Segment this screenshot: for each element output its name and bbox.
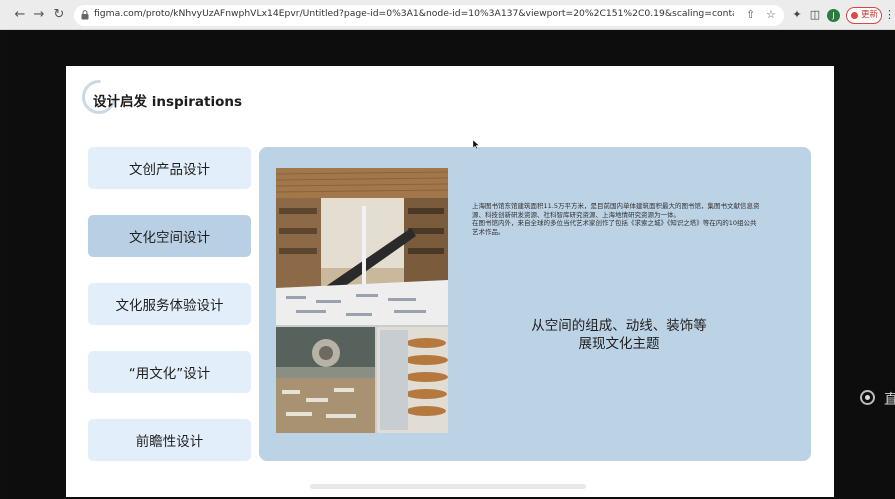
bookmark-star-icon[interactable]: ☆ xyxy=(766,8,776,21)
more-menu-icon[interactable]: ⋮ xyxy=(884,8,895,21)
radio-button-icon[interactable] xyxy=(860,390,875,405)
lock-icon xyxy=(81,10,89,20)
summary-text: 从空间的组成、动线、装饰等 展现文化主题 xyxy=(504,317,734,353)
menu-item-label: 文化空间设计 xyxy=(129,230,210,246)
library-interior-image xyxy=(276,168,448,433)
slide-canvas: 设计启发 inspirations 文创产品设计 文化空间设计 文化服务体验设计… xyxy=(66,66,834,497)
summary-line: 从空间的组成、动线、装饰等 xyxy=(531,318,707,334)
extensions-puzzle-icon[interactable]: ✦ xyxy=(790,8,804,22)
summary-line: 展现文化主题 xyxy=(578,336,660,352)
sidebar-panel-icon[interactable]: ◫ xyxy=(808,8,822,22)
slide-title: 设计启发 inspirations xyxy=(93,94,243,110)
menu-item-label: 文化服务体验设计 xyxy=(115,298,224,314)
menu-item-service-experience-design[interactable]: 文化服务体验设计 xyxy=(88,283,251,325)
menu-item-product-design[interactable]: 文创产品设计 xyxy=(88,147,251,189)
mouse-cursor-icon xyxy=(473,140,479,149)
menu-item-label: “用文化”设计 xyxy=(128,366,211,382)
description-text: 上海图书馆东馆建筑面积11.5万平方米，是目前国内单体建筑面积最大的图书馆，集图… xyxy=(472,202,760,236)
horizontal-scrollbar[interactable] xyxy=(310,484,586,489)
profile-avatar[interactable]: J xyxy=(827,9,840,22)
share-icon[interactable]: ⇧ xyxy=(746,8,755,21)
address-bar[interactable]: figma.com/proto/kNhvyUzAFnwphVLx14Epvr/U… xyxy=(74,5,784,26)
menu-item-forward-design[interactable]: 前瞻性设计 xyxy=(88,419,251,461)
menu-item-label: 前瞻性设计 xyxy=(135,434,204,450)
menu-item-use-culture-design[interactable]: “用文化”设计 xyxy=(88,351,251,393)
menu-item-space-design[interactable]: 文化空间设计 xyxy=(88,215,251,257)
update-label: 更新 xyxy=(861,10,879,20)
reload-icon[interactable]: ↻ xyxy=(51,7,67,23)
forward-arrow-icon[interactable]: → xyxy=(31,7,47,23)
back-arrow-icon[interactable]: ← xyxy=(12,7,28,23)
description-paragraph: 在图书馆内外，来自全球的多位当代艺术家创作了包括《求索之城》《知识之塔》等在内的… xyxy=(472,219,757,236)
side-caption: 直 xyxy=(884,392,895,408)
update-button[interactable]: 更新 xyxy=(846,7,882,24)
menu-item-label: 文创产品设计 xyxy=(129,162,210,178)
library-photo-collage xyxy=(276,168,448,433)
url-text: figma.com/proto/kNhvyUzAFnwphVLx14Epvr/U… xyxy=(94,8,734,19)
content-panel: 上海图书馆东馆建筑面积11.5万平方米，是目前国内单体建筑面积最大的图书馆，集图… xyxy=(259,147,811,461)
description-paragraph: 上海图书馆东馆建筑面积11.5万平方米，是目前国内单体建筑面积最大的图书馆，集图… xyxy=(472,202,760,219)
browser-toolbar: ← → ↻ figma.com/proto/kNhvyUzAFnwphVLx14… xyxy=(0,0,895,30)
update-dot-icon xyxy=(851,12,858,19)
